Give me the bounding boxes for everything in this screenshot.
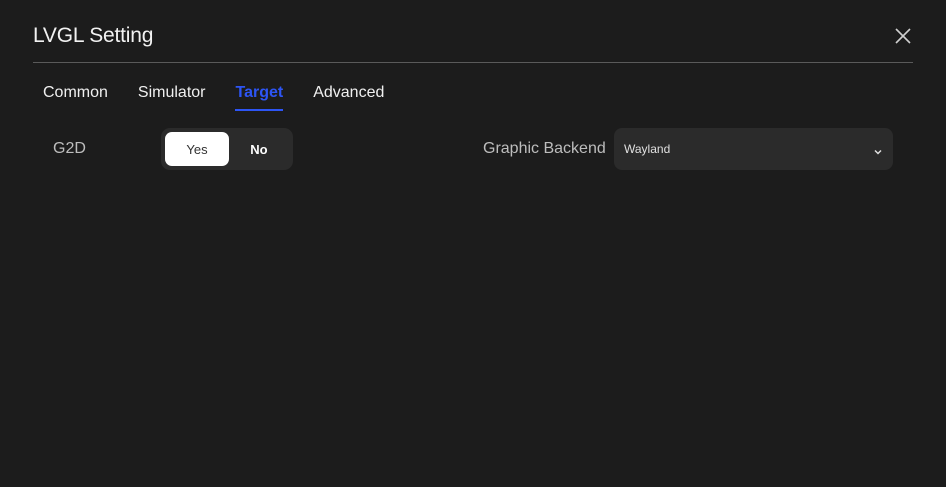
graphic-backend-label: Graphic Backend <box>483 140 606 157</box>
title-divider <box>33 62 913 63</box>
graphic-backend-select[interactable]: Wayland <box>614 128 893 170</box>
g2d-no-option[interactable]: No <box>229 132 289 166</box>
tab-target[interactable]: Target <box>235 82 284 111</box>
graphic-backend-value: Wayland <box>624 142 671 156</box>
tab-simulator[interactable]: Simulator <box>138 82 206 111</box>
tab-common[interactable]: Common <box>43 82 108 111</box>
dialog-title: LVGL Setting <box>33 24 154 47</box>
g2d-label: G2D <box>53 140 86 157</box>
chevron-down-icon <box>873 144 883 155</box>
g2d-toggle: Yes No <box>161 128 293 170</box>
lvgl-setting-dialog: LVGL Setting Common Simulator Target Adv… <box>0 0 946 487</box>
tab-bar: Common Simulator Target Advanced <box>43 82 384 111</box>
close-icon[interactable] <box>893 26 913 46</box>
tab-advanced[interactable]: Advanced <box>313 82 384 111</box>
g2d-yes-option[interactable]: Yes <box>165 132 229 166</box>
